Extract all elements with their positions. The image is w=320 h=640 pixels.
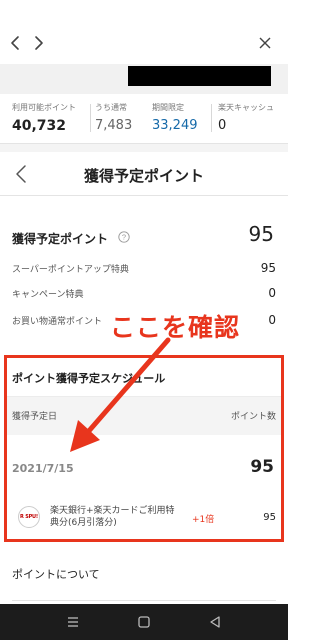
summary-row-label: お買い物通常ポイント (12, 317, 103, 327)
browser-back-button[interactable] (4, 32, 26, 54)
section-gap (0, 144, 288, 152)
about-points-link[interactable]: ポイントについて (12, 566, 100, 582)
annotation-callout: ここを確認 (110, 313, 241, 342)
spu-logo: R SPU! (18, 506, 40, 528)
triangle-back-icon[interactable] (206, 613, 224, 631)
points-summary: 利用可能ポイント 40,732 うち通常 7,483 期間限定 33,249 楽… (0, 94, 288, 144)
summary-row-label: キャンペーン特典 (12, 290, 84, 300)
schedule-amount: 95 (250, 457, 274, 477)
square-icon[interactable] (135, 613, 153, 631)
schedule-title: ポイント獲得予定スケジュール (12, 372, 166, 385)
page-header: 獲得予定ポイント (0, 152, 288, 196)
divider (211, 104, 212, 132)
summary-row-value: 0 (268, 286, 276, 300)
svg-text:?: ? (122, 233, 126, 242)
schedule-col-date: 獲得予定日 (12, 412, 58, 422)
schedule-col-points: ポイント数 (230, 412, 276, 422)
available-points: 利用可能ポイント 40,732 (12, 102, 76, 134)
summary-row-value: 95 (260, 261, 276, 275)
question-circle-icon[interactable]: ? (118, 231, 130, 243)
limited-points[interactable]: 期間限定 33,249 (152, 102, 198, 133)
menu-icon[interactable] (64, 613, 82, 631)
limited-points-label: 期間限定 (152, 103, 184, 112)
rakuten-cash-value: 0 (218, 118, 227, 133)
summary-title: 獲得予定ポイント (12, 232, 109, 246)
regular-points-label: うち通常 (95, 103, 127, 112)
available-points-label: 利用可能ポイント (12, 103, 76, 112)
summary-row-value: 0 (268, 313, 276, 327)
browser-toolbar (0, 22, 288, 64)
regular-points: うち通常 7,483 (95, 102, 132, 133)
limited-points-value[interactable]: 33,249 (152, 118, 198, 133)
available-points-value: 40,732 (12, 118, 67, 134)
summary-row: スーパーポイントアップ特典 95 (12, 261, 276, 275)
summary-total: 95 (248, 222, 274, 246)
summary-row: キャンペーン特典 0 (12, 286, 276, 300)
regular-points-value: 7,483 (95, 118, 133, 133)
android-navigation-bar (0, 604, 288, 640)
browser-close-button[interactable] (254, 32, 276, 54)
bonus-description: 楽天銀行+楽天カードご利用特典分(6月引落分) (50, 506, 175, 528)
summary-row-label: スーパーポイントアップ特典 (12, 265, 129, 275)
rakuten-cash: 楽天キャッシュ 0 (218, 102, 274, 133)
rakuten-cash-label: 楽天キャッシュ (218, 103, 274, 112)
browser-forward-button[interactable] (28, 32, 50, 54)
status-bar (0, 0, 288, 22)
divider (90, 104, 91, 132)
page-title: 獲得予定ポイント (83, 167, 204, 185)
redacted-user-name (128, 66, 271, 86)
divider (12, 600, 276, 601)
bonus-points: 95 (263, 512, 276, 523)
schedule-date: 2021/7/15 (12, 462, 74, 475)
bonus-multiplier: +1倍 (192, 515, 215, 525)
